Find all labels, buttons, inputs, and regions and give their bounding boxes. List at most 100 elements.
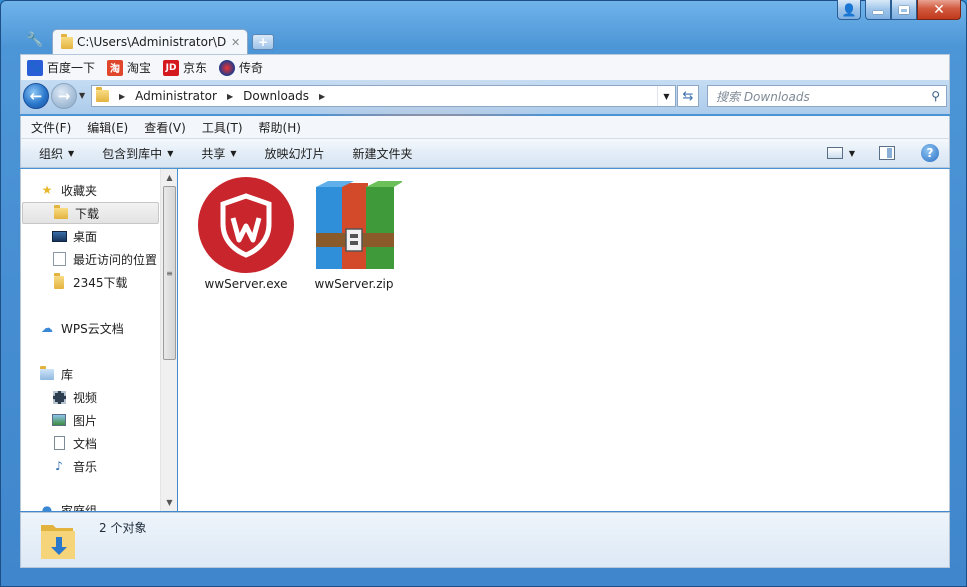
- winrar-archive-icon: [306, 177, 404, 273]
- forward-button[interactable]: →: [51, 83, 77, 109]
- scroll-down-icon[interactable]: ▼: [161, 494, 178, 511]
- nav-label: 文档: [73, 436, 98, 451]
- baidu-paw-icon: 🐾: [27, 59, 43, 76]
- caret-down-icon: ▼: [230, 148, 237, 158]
- new-tab-button[interactable]: +: [252, 34, 274, 50]
- scroll-thumb[interactable]: ≡: [163, 186, 176, 360]
- bookmarks-bar: 🐾 百度一下 淘 淘宝 JD 京东 传奇: [20, 54, 950, 80]
- caret-down-icon: ▼: [167, 148, 174, 158]
- wwserver-shield-icon: [198, 177, 294, 273]
- maximize-button[interactable]: [891, 0, 917, 20]
- nav-libraries[interactable]: 库: [39, 363, 176, 385]
- file-list: wwServer.exe wwServer.zip: [178, 169, 950, 511]
- caption-buttons: 👤 ✕: [837, 0, 961, 20]
- breadcrumb-downloads[interactable]: Downloads: [243, 89, 309, 103]
- include-in-library-button[interactable]: 包含到库中 ▼: [102, 145, 173, 162]
- folder-icon: [96, 87, 109, 102]
- homegroup-icon: ●: [41, 503, 53, 511]
- folder-icon: [61, 34, 73, 49]
- nav-desktop[interactable]: 桌面: [51, 225, 176, 247]
- command-bar: 组织 ▼ 包含到库中 ▼ 共享 ▼ 放映幻灯片 新建文件夹 ▼ ?: [20, 138, 950, 168]
- change-view-icon[interactable]: [826, 147, 843, 159]
- chevron-right-icon[interactable]: ▶: [119, 92, 125, 101]
- new-folder-button[interactable]: 新建文件夹: [353, 145, 413, 162]
- search-placeholder: 搜索 Downloads: [716, 89, 810, 104]
- bookmark-taobao[interactable]: 淘 淘宝: [107, 59, 151, 76]
- nav-label: 收藏夹: [61, 183, 98, 198]
- address-bar[interactable]: ▶ Administrator ▶ Downloads ▶ ▼: [91, 85, 676, 107]
- close-button[interactable]: ✕: [917, 0, 961, 20]
- caret-down-icon[interactable]: ▼: [849, 149, 855, 158]
- chevron-right-icon[interactable]: ▶: [319, 92, 325, 101]
- help-icon[interactable]: ?: [921, 144, 939, 162]
- user-icon[interactable]: 👤: [837, 0, 861, 20]
- nav-label: 家庭组: [61, 503, 98, 512]
- bookmark-label: 百度一下: [47, 61, 96, 75]
- nav-videos[interactable]: 视频: [51, 386, 176, 408]
- nav-2345-downloads[interactable]: 2345下载: [51, 271, 176, 293]
- nav-label: 最近访问的位置: [73, 252, 158, 267]
- menu-tools[interactable]: 工具(T): [202, 119, 243, 136]
- history-dropdown-icon[interactable]: ▼: [79, 91, 85, 100]
- music-note-icon: ♪: [55, 459, 63, 473]
- command-label: 放映幻灯片: [264, 146, 325, 161]
- navigation-bar: ← → ▼ ▶ Administrator ▶ Downloads ▶ ▼ ⇆ …: [20, 80, 950, 114]
- nav-recent-places[interactable]: 最近访问的位置: [51, 248, 176, 270]
- nav-favorites[interactable]: ★ 收藏夹: [39, 179, 176, 201]
- nav-downloads[interactable]: 下载: [22, 202, 159, 224]
- nav-wps-cloud[interactable]: ☁ WPS云文档: [39, 317, 176, 339]
- slideshow-button[interactable]: 放映幻灯片: [265, 145, 325, 162]
- tab-title: C:\Users\Administrator\D: [77, 35, 227, 49]
- scroll-up-icon[interactable]: ▲: [161, 169, 178, 186]
- preview-pane-icon[interactable]: [879, 146, 895, 160]
- star-icon: ★: [41, 183, 53, 197]
- details-pane: 2 个对象: [20, 512, 950, 568]
- game-icon: [219, 59, 236, 76]
- file-name: wwServer.exe: [204, 277, 288, 291]
- menu-file[interactable]: 文件(F): [31, 119, 71, 136]
- file-item-zip[interactable]: wwServer.zip: [299, 177, 409, 291]
- bookmark-jd[interactable]: JD 京东: [163, 59, 207, 76]
- video-icon: [51, 390, 67, 404]
- bookmark-chuanqi[interactable]: 传奇: [219, 59, 263, 76]
- chevron-right-icon[interactable]: ▶: [227, 92, 233, 101]
- command-label: 共享: [201, 146, 226, 161]
- menu-view[interactable]: 查看(V): [144, 119, 186, 136]
- item-count: 2 个对象: [99, 521, 147, 535]
- search-input[interactable]: 搜索 Downloads ⚲: [707, 85, 947, 107]
- menu-bar: 文件(F) 编辑(E) 查看(V) 工具(T) 帮助(H): [20, 116, 950, 138]
- cloud-icon: ☁: [41, 321, 53, 335]
- menu-edit[interactable]: 编辑(E): [87, 119, 128, 136]
- downloads-folder-icon: [39, 517, 79, 561]
- library-icon: [39, 365, 55, 381]
- organize-button[interactable]: 组织 ▼: [39, 145, 74, 162]
- nav-homegroup[interactable]: ● 家庭组: [39, 499, 176, 511]
- navigation-pane: ★ 收藏夹 下载 桌面 最近访问的位置 2345下载 ☁ WPS云文档 库 视频…: [20, 169, 176, 511]
- breadcrumb-administrator[interactable]: Administrator: [135, 89, 217, 103]
- jd-icon: JD: [163, 59, 180, 76]
- wrench-icon[interactable]: 🔧: [26, 32, 43, 48]
- tab-downloads[interactable]: C:\Users\Administrator\D ✕: [52, 29, 248, 54]
- address-dropdown-icon[interactable]: ▼: [657, 86, 675, 106]
- command-label: 新建文件夹: [352, 146, 413, 161]
- minimize-button[interactable]: [865, 0, 891, 20]
- file-item-exe[interactable]: wwServer.exe: [191, 177, 301, 291]
- search-icon[interactable]: ⚲: [931, 89, 940, 103]
- back-button[interactable]: ←: [23, 83, 49, 109]
- nav-label: 音乐: [73, 459, 98, 474]
- nav-scrollbar[interactable]: ▲ ≡ ▼: [160, 169, 177, 511]
- menu-help[interactable]: 帮助(H): [259, 119, 301, 136]
- recent-places-icon: [51, 252, 67, 266]
- refresh-button[interactable]: ⇆: [677, 85, 699, 107]
- tab-close-icon[interactable]: ✕: [231, 36, 243, 49]
- bookmark-baidu[interactable]: 🐾 百度一下: [27, 59, 95, 76]
- nav-music[interactable]: ♪ 音乐: [51, 455, 176, 477]
- picture-icon: [51, 413, 67, 427]
- share-button[interactable]: 共享 ▼: [201, 145, 236, 162]
- taobao-icon: 淘: [107, 59, 124, 76]
- nav-documents[interactable]: 文档: [51, 432, 176, 454]
- nav-label: WPS云文档: [61, 321, 124, 336]
- bookmark-label: 传奇: [239, 61, 264, 75]
- bookmark-label: 淘宝: [127, 61, 152, 75]
- nav-pictures[interactable]: 图片: [51, 409, 176, 431]
